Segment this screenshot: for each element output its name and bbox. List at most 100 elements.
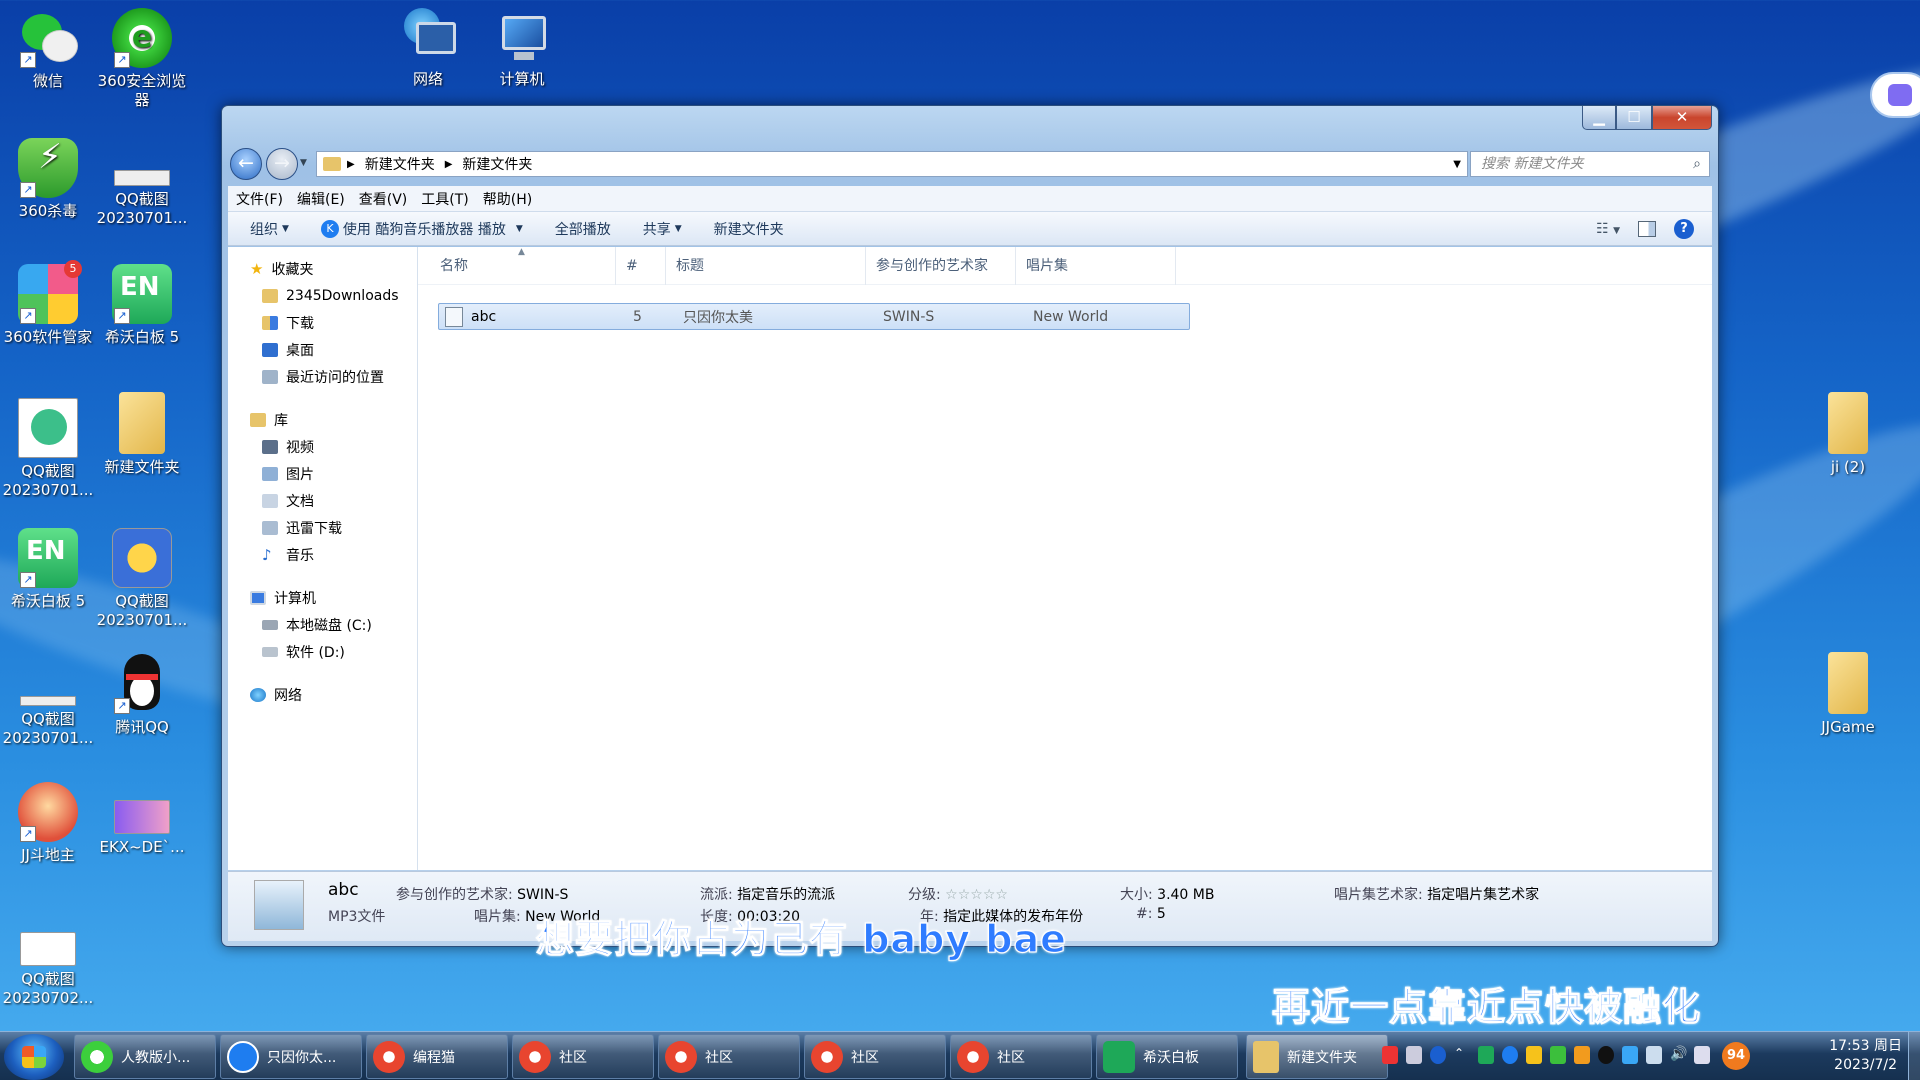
play-all-button[interactable]: 全部播放 — [555, 219, 611, 239]
dropdown-arrow-icon: ▼ — [674, 223, 682, 234]
address-bar[interactable]: ▶ 新建文件夹 ▶ 新建文件夹 ▼ — [316, 151, 1468, 177]
taskbar-item-community-2[interactable]: 社区 — [658, 1034, 800, 1079]
tray-overflow-icon[interactable]: ⌃ — [1454, 1046, 1470, 1064]
close-button[interactable]: ✕ — [1652, 106, 1712, 130]
breadcrumb-item[interactable]: 新建文件夹 — [462, 154, 532, 174]
show-desktop-button[interactable] — [1908, 1032, 1920, 1080]
taskbar-item-textbook[interactable]: 人教版小... — [74, 1034, 216, 1079]
desktop-icon-tencent-qq[interactable]: ↗ 腾讯QQ — [94, 654, 190, 737]
nav-item-videos[interactable]: 视频 — [228, 433, 417, 460]
menu-help[interactable]: 帮助(H) — [483, 189, 532, 209]
share-button[interactable]: 共享 ▼ — [643, 219, 682, 239]
details-rating[interactable]: 分级: ☆☆☆☆☆ — [908, 884, 1008, 904]
menu-tools[interactable]: 工具(T) — [421, 189, 468, 209]
desktop-icon-qq-screenshot-1[interactable]: QQ截图20230701... — [94, 170, 190, 228]
keyboard-icon[interactable] — [1406, 1046, 1422, 1064]
search-input[interactable]: 搜索 新建文件夹 ⌕ — [1470, 151, 1710, 177]
badge-94[interactable]: 94 — [1722, 1042, 1750, 1070]
desktop-icon-qq-screenshot-5[interactable]: QQ截图20230702... — [0, 932, 96, 1008]
desktop-icon-wechat[interactable]: ↗ 微信 — [0, 8, 96, 91]
taskbar-item-easinote[interactable]: 希沃白板 — [1096, 1034, 1238, 1079]
shortcut-arrow-icon: ↗ — [20, 308, 36, 324]
desktop-icon-easinote-2[interactable]: EN ↗ 希沃白板 5 — [0, 528, 96, 611]
cloud-tray-icon[interactable] — [1646, 1046, 1662, 1064]
maximize-button[interactable]: ☐ — [1616, 106, 1652, 130]
desktop-icon-ji-2[interactable]: ji (2) — [1800, 392, 1896, 477]
new-folder-button[interactable]: 新建文件夹 — [714, 219, 784, 239]
help-button[interactable]: ? — [1674, 218, 1694, 239]
column-artist[interactable]: 参与创作的艺术家 — [866, 246, 1016, 285]
breadcrumb-item[interactable]: 新建文件夹 — [365, 154, 435, 174]
taskbar-item-explorer[interactable]: 新建文件夹 — [1246, 1034, 1388, 1079]
menu-view[interactable]: 查看(V) — [359, 189, 408, 209]
nav-item-2345downloads[interactable]: 2345Downloads — [228, 282, 417, 309]
nav-item-documents[interactable]: 文档 — [228, 487, 417, 514]
organize-button[interactable]: 组织 ▼ — [250, 219, 289, 239]
desktop-icon-360-software-manager[interactable]: 5 ↗ 360软件管家 — [0, 260, 96, 347]
taskbar-item-community-4[interactable]: 社区 — [950, 1034, 1092, 1079]
wps-icon[interactable] — [1382, 1046, 1398, 1064]
codemao-icon — [665, 1040, 697, 1073]
desktop-icon-ekx-screenshot[interactable]: EKX~DE`... — [94, 800, 190, 857]
desktop-icon-qq-screenshot-2[interactable]: QQ截图20230701... — [0, 398, 96, 500]
qq-tray-icon[interactable] — [1598, 1046, 1614, 1064]
note-tray-icon[interactable] — [1478, 1046, 1494, 1064]
clock[interactable]: 17:53 周日 2023/7/2 — [1829, 1037, 1902, 1075]
desktop-icon-jj-landlord[interactable]: ↗ JJ斗地主 — [0, 782, 96, 865]
menu-file[interactable]: 文件(F) — [236, 189, 283, 209]
desktop-icon-qq-screenshot-3[interactable]: QQ截图20230701... — [94, 528, 190, 630]
shortcut-arrow-icon: ↗ — [20, 826, 36, 842]
nav-favorites[interactable]: ★ 收藏夹 — [228, 255, 417, 282]
desktop-icon-new-folder[interactable]: 新建文件夹 — [94, 392, 190, 477]
column-track[interactable]: # — [616, 246, 666, 285]
view-options-button[interactable]: ☷ ▼ — [1596, 221, 1620, 237]
play-with-button[interactable]: K 使用 酷狗音乐播放器 播放 ▼ — [320, 219, 523, 239]
desktop-icon-network[interactable]: 网络 — [380, 6, 476, 89]
nav-item-xunlei-downloads[interactable]: 迅雷下载 — [228, 514, 417, 541]
desktop-icon-easinote-1[interactable]: EN ↗ 希沃白板 5 — [94, 264, 190, 347]
file-row-abc[interactable]: abc 5 只因你太美 SWIN-S New World — [438, 303, 1190, 330]
recent-pages-dropdown[interactable]: ▼ — [300, 158, 307, 168]
taskbar-item-community-3[interactable]: 社区 — [804, 1034, 946, 1079]
app-tray-icon[interactable] — [1622, 1046, 1638, 1064]
desktop-icon-jjgame[interactable]: JJGame — [1800, 652, 1896, 737]
nav-item-drive-d[interactable]: 软件 (D:) — [228, 638, 417, 665]
share-label: 共享 — [642, 221, 671, 238]
desktop-icon-360-antivirus[interactable]: ⚡ ↗ 360杀毒 — [0, 138, 96, 221]
nav-computer[interactable]: 计算机 — [228, 584, 417, 611]
kugou-tray-icon[interactable] — [1502, 1046, 1518, 1064]
taskbar-item-community-1[interactable]: 社区 — [512, 1034, 654, 1079]
nav-item-pictures[interactable]: 图片 — [228, 460, 417, 487]
app-tray-icon[interactable] — [1574, 1046, 1590, 1064]
address-dropdown-icon[interactable]: ▼ — [1453, 159, 1461, 170]
desktop-icon-qq-screenshot-4[interactable]: QQ截图20230701... — [0, 696, 96, 748]
taskbar-item-music-player[interactable]: 只因你太... — [220, 1034, 362, 1079]
nav-network[interactable]: 网络 — [228, 681, 417, 708]
network-tray-icon[interactable] — [1694, 1046, 1710, 1064]
nav-item-music[interactable]: ♪ 音乐 — [228, 541, 417, 568]
app-tray-icon[interactable] — [1526, 1046, 1542, 1064]
preview-pane-button[interactable] — [1638, 220, 1656, 237]
nav-item-recent-places[interactable]: 最近访问的位置 — [228, 363, 417, 390]
minimize-button[interactable]: ▁ — [1582, 106, 1616, 130]
explorer-window[interactable]: ▁ ☐ ✕ ← → ▼ ▶ 新建文件夹 ▶ 新建文件夹 ▼ ⟳ 搜索 新建文件夹… — [221, 105, 1719, 947]
volume-icon[interactable]: 🔊 — [1670, 1046, 1687, 1064]
shield-tray-icon[interactable] — [1550, 1046, 1566, 1064]
search-icon: ⌕ — [1693, 156, 1701, 172]
column-title[interactable]: 标题 — [666, 246, 866, 285]
desktop-icon-360-browser[interactable]: e ↗ 360安全浏览器 — [94, 8, 190, 110]
nav-libraries[interactable]: 库 — [228, 406, 417, 433]
nav-item-drive-c[interactable]: 本地磁盘 (C:) — [228, 611, 417, 638]
help-tray-icon[interactable] — [1430, 1046, 1446, 1064]
menu-edit[interactable]: 编辑(E) — [297, 189, 345, 209]
taskbar-item-codemao[interactable]: 编程猫 — [366, 1034, 508, 1079]
column-album[interactable]: 唱片集 — [1016, 246, 1176, 285]
forward-button[interactable]: → — [266, 148, 298, 180]
desktop-icon-computer[interactable]: 计算机 — [474, 6, 570, 89]
nav-item-desktop[interactable]: 桌面 — [228, 336, 417, 363]
floating-assistant-button[interactable] — [1870, 72, 1920, 118]
back-button[interactable]: ← — [230, 148, 262, 180]
taskbar-item-label: 只因你太... — [267, 1049, 337, 1066]
start-button[interactable] — [4, 1034, 64, 1080]
nav-item-downloads[interactable]: 下载 — [228, 309, 417, 336]
